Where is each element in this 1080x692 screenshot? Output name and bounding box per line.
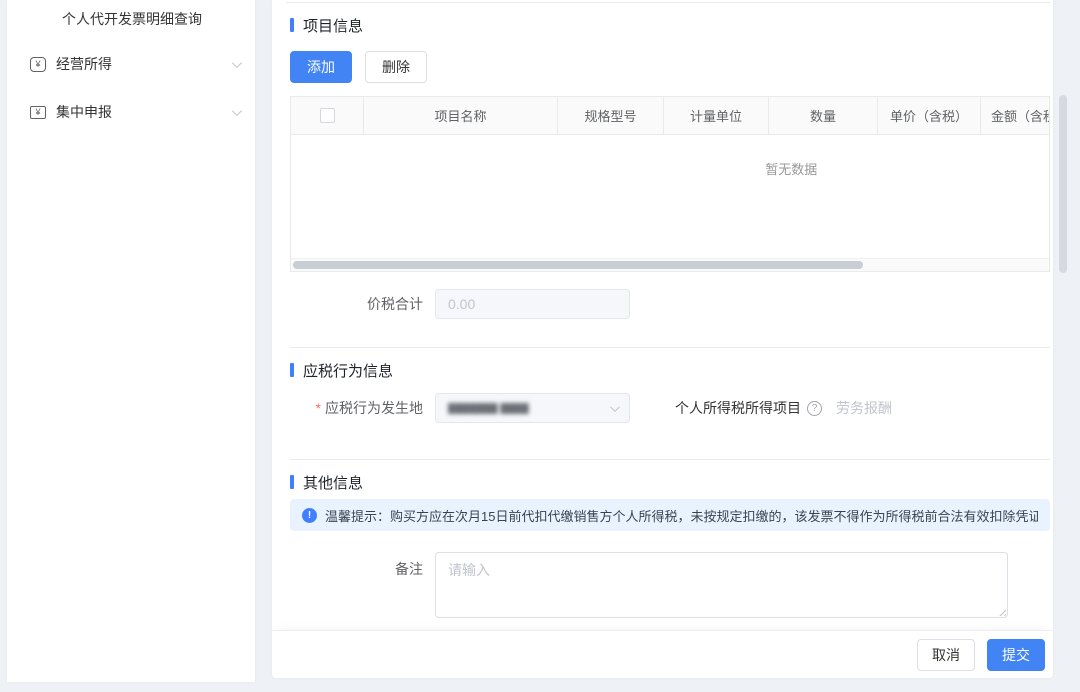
yuan-badge-icon: ¥ — [30, 57, 46, 72]
form-panel: 项目信息 添加 删除 项目名称 规格型号 计量单位 数量 单价（含税） 金额（含… — [272, 0, 1053, 678]
income-item-label: 个人所得税所得项目 — [675, 398, 801, 418]
income-item-value: 劳务报酬 — [836, 398, 892, 418]
taxable-location-select: ███████ ████ — [435, 393, 630, 423]
col-unit-price-tax: 单价（含税） — [878, 97, 981, 134]
cancel-button[interactable]: 取消 — [917, 639, 975, 671]
add-button[interactable]: 添加 — [290, 51, 352, 83]
table-horizontal-scrollbar — [291, 258, 1049, 271]
sidebar-item-label: 经营所得 — [56, 54, 232, 74]
sidebar: 个人代开发票明细查询 ¥ 经营所得 ¥ 集中申报 — [7, 0, 255, 682]
sidebar-item-label: 集中申报 — [56, 102, 232, 122]
question-circle-icon[interactable]: ? — [807, 401, 822, 416]
sidebar-item-business-income[interactable]: ¥ 经营所得 — [7, 44, 255, 84]
section-title-text: 项目信息 — [303, 15, 363, 36]
col-quantity: 数量 — [769, 97, 878, 134]
select-all-cell — [291, 97, 364, 134]
section-divider — [286, 2, 1050, 3]
chevron-down-icon — [232, 106, 242, 116]
total-amount-label: 价税合计 — [290, 294, 423, 314]
col-spec-model: 规格型号 — [558, 97, 664, 134]
section-title-text: 其他信息 — [303, 472, 363, 493]
remark-label: 备注 — [290, 559, 423, 579]
sidebar-item-centralized-filing[interactable]: ¥ 集中申报 — [7, 92, 255, 132]
sidebar-item-invoice-detail-query[interactable]: 个人代开发票明细查询 — [7, 2, 255, 36]
section-title-other-info: 其他信息 — [290, 471, 1053, 493]
section-divider — [290, 347, 1050, 348]
delete-button[interactable]: 删除 — [365, 51, 427, 83]
items-table: 项目名称 规格型号 计量单位 数量 单价（含税） 金额（含税） 暂无数据 — [290, 96, 1050, 272]
col-item-name: 项目名称 — [364, 97, 558, 134]
taxable-location-label: 应税行为发生地 — [290, 398, 423, 418]
section-title-project-info: 项目信息 — [290, 14, 1053, 36]
chevron-down-icon — [610, 402, 620, 412]
page-vertical-scrollbar-thumb[interactable] — [1059, 95, 1067, 273]
section-accent-bar — [290, 475, 294, 489]
items-table-body: 暂无数据 — [291, 135, 1049, 258]
col-unit: 计量单位 — [664, 97, 769, 134]
section-accent-bar — [290, 363, 294, 377]
col-amount-tax: 金额（含税） — [981, 97, 1049, 134]
empty-state-text: 暂无数据 — [765, 159, 817, 178]
section-accent-bar — [290, 18, 294, 32]
items-table-header: 项目名称 规格型号 计量单位 数量 单价（含税） 金额（含税） — [291, 97, 1049, 135]
section-divider — [290, 459, 1050, 460]
select-all-checkbox[interactable] — [320, 108, 335, 123]
submit-button[interactable]: 提交 — [987, 639, 1045, 671]
horizontal-scrollbar-thumb[interactable] — [293, 261, 863, 269]
total-amount-input — [435, 289, 630, 319]
info-circle-icon: ! — [302, 508, 317, 523]
section-title-taxable-behavior: 应税行为信息 — [290, 359, 1053, 381]
remark-textarea[interactable] — [435, 552, 1008, 618]
masked-location-value: ███████ ████ — [448, 403, 529, 414]
yuan-card-icon: ¥ — [30, 106, 46, 119]
form-footer: 取消 提交 — [272, 630, 1053, 678]
notice-text: 温馨提示：购买方应在次月15日前代扣代缴销售方个人所得税，未按规定扣缴的，该发票… — [325, 506, 1038, 525]
notice-banner: ! 温馨提示：购买方应在次月15日前代扣代缴销售方个人所得税，未按规定扣缴的，该… — [290, 499, 1050, 531]
section-title-text: 应税行为信息 — [303, 360, 393, 381]
chevron-down-icon — [232, 58, 242, 68]
